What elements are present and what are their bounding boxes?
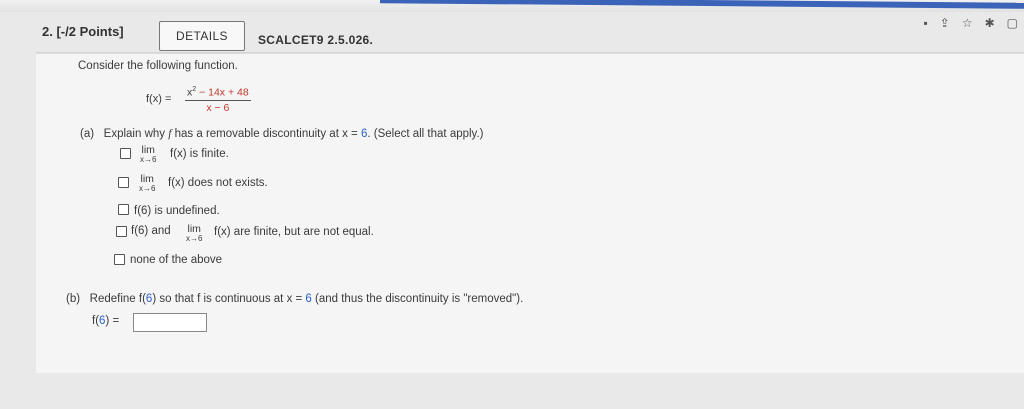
option-1-text: f(x) is finite.	[170, 148, 229, 160]
details-button[interactable]: DETAILS	[159, 21, 245, 51]
option-3-checkbox[interactable]	[118, 204, 129, 215]
function-fraction: x2 − 14x + 48 x − 6	[185, 86, 251, 114]
function-denominator: x − 6	[206, 101, 230, 114]
function-numerator: x2 − 14x + 48	[187, 86, 249, 99]
star-icon[interactable]: ☆	[962, 16, 973, 30]
part-a-question: (a) Explain why f has a removable discon…	[80, 128, 484, 140]
browser-toolbar-icons: ▪ ⇪ ☆ ✱ ▢	[924, 16, 1019, 30]
extension-icon[interactable]: ✱	[985, 16, 995, 30]
part-b-question: (b) Redefine f(6) so that f is continuou…	[66, 293, 524, 305]
option-4-text: f(x) are finite, but are not equal.	[214, 226, 374, 238]
option-2-text: f(x) does not exists.	[168, 177, 268, 189]
question-code: SCALCET9 2.5.026.	[258, 33, 374, 47]
question-prompt: Consider the following function.	[78, 60, 238, 72]
option-4-checkbox[interactable]	[116, 226, 127, 237]
option-1-checkbox[interactable]	[120, 148, 131, 159]
option-5-checkbox[interactable]	[114, 254, 125, 265]
answer-label: f(6) =	[92, 315, 120, 327]
share-icon[interactable]: ⇪	[940, 16, 950, 30]
cast-icon[interactable]: ▪	[924, 16, 928, 30]
option-1-limit: lim x→6	[140, 144, 157, 164]
question-points: [-/2 Points]	[56, 24, 124, 39]
question-number: 2.	[42, 24, 53, 39]
window-icon[interactable]: ▢	[1007, 16, 1018, 30]
option-3-text: f(6) is undefined.	[134, 205, 220, 217]
details-button-label: DETAILS	[176, 29, 228, 43]
answer-input[interactable]	[133, 313, 207, 332]
option-4-limit: lim x→6	[186, 223, 203, 243]
option-2-checkbox[interactable]	[118, 177, 129, 188]
question-header: 2. [-/2 Points]	[42, 24, 124, 39]
option-4-pre: f(6) and	[131, 225, 171, 237]
option-5-text: none of the above	[130, 254, 223, 266]
function-lhs: f(x) =	[146, 93, 172, 105]
option-2-limit: lim x→6	[139, 173, 156, 193]
fraction-bar	[185, 99, 251, 101]
